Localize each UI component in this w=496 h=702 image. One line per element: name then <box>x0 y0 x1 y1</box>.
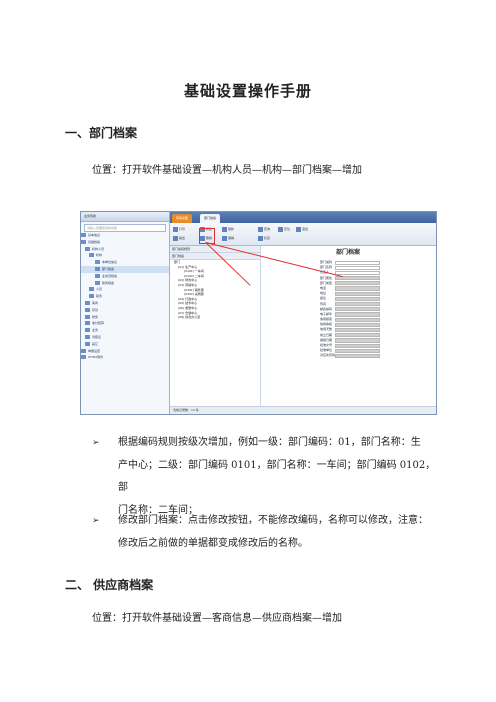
bullet-line: 根据编码规则按级次增加，例如一级：部门编码：01，部门名称：生 <box>118 437 421 448</box>
tree-item[interactable]: 基础档案 <box>81 239 169 246</box>
bullet-arrow-icon: ➢ <box>92 438 100 448</box>
section-location-1: 位置：打开软件基础设置—机构人员—机构—部门档案—增加 <box>92 165 362 176</box>
form-field[interactable] <box>335 353 380 359</box>
form-field[interactable] <box>335 281 380 286</box>
status-bar: 当前记录数：13 条 <box>170 406 436 414</box>
folder-icon <box>89 294 94 299</box>
doc-icon <box>95 273 100 278</box>
tree-item[interactable]: 对照表 <box>81 334 169 341</box>
form-field[interactable] <box>335 338 380 343</box>
dept-tree: 部门 (01) 生产中心 (0101) 一车间 (0102) 二车间 (02) … <box>170 260 260 320</box>
tree-item[interactable]: 部门档案 <box>81 265 169 273</box>
form-field[interactable] <box>335 286 380 291</box>
folder-icon <box>81 233 86 237</box>
form-field[interactable] <box>335 327 380 333</box>
tree-item[interactable]: 职务 <box>81 293 169 300</box>
form-field[interactable] <box>335 317 380 322</box>
form-field[interactable] <box>335 296 380 301</box>
tree-item[interactable]: 本单位信息 <box>81 259 169 266</box>
form-field[interactable] <box>335 307 380 312</box>
tree-item[interactable]: 其它 <box>81 341 169 348</box>
bullet-line: 修改部门档案：点击修改按钮，不能修改编码，名称可以修改，注意： <box>118 515 428 526</box>
columns-button[interactable]: 栏目 <box>258 235 270 242</box>
document-title: 基础设置操作手册 <box>183 82 312 100</box>
folder-icon <box>85 314 90 319</box>
section-heading-1: 一、部门档案 <box>65 126 138 140</box>
undo-button[interactable]: 撤销 <box>222 235 234 242</box>
form-field[interactable] <box>335 348 380 353</box>
query-button[interactable]: 查询 <box>258 226 270 233</box>
form-field[interactable] <box>335 343 380 348</box>
nav-panel: 业务导航 请输入您要搜索的功能 基本信息 基础档案 机构人员 机构 本单位信息 … <box>81 212 170 414</box>
doc-icon <box>95 260 100 265</box>
tree-item[interactable]: 单据设置 <box>81 348 169 355</box>
form-label: 对应条形码 <box>320 353 336 358</box>
nav-title: 业务导航 <box>81 212 169 222</box>
tree-item[interactable]: 业务员档案 <box>81 273 169 280</box>
locate-button[interactable]: 定位 <box>278 226 290 233</box>
folder-icon <box>85 300 90 305</box>
dept-tree-panel: 部门编码规则 部门档案 部门 (01) 生产中心 (0101) 一车间 (010… <box>170 246 261 406</box>
tree-item[interactable]: 机构 <box>81 252 169 259</box>
folder-icon <box>85 321 90 326</box>
print-button[interactable]: 打印 <box>173 226 185 233</box>
folder-icon <box>85 341 90 346</box>
folder-icon <box>85 328 90 333</box>
form-field[interactable] <box>335 322 380 327</box>
tree-item[interactable]: 职务档案 <box>81 280 169 287</box>
refresh-button[interactable]: 刷新 <box>222 226 234 233</box>
tree-item[interactable]: 客商 <box>81 300 169 307</box>
folder-icon <box>85 246 90 251</box>
bullet-line: 产中心；二级：部门编码 0101，部门名称：一车间；部门编码 0102，部 <box>118 459 436 494</box>
bullet-item-2: ➢ 修改部门档案：点击修改按钮，不能修改编码，名称可以修改，注意： 修改后之前做… <box>92 510 437 555</box>
exit-button[interactable]: 退出 <box>296 226 308 233</box>
folder-icon <box>81 355 86 360</box>
folder-icon <box>85 307 90 312</box>
folder-icon <box>89 253 94 258</box>
bullet-arrow-icon: ➢ <box>92 516 100 526</box>
form-field[interactable] <box>335 265 380 270</box>
form-title: 部门档案 <box>335 249 360 256</box>
tree-item[interactable]: 人员 <box>81 286 169 293</box>
section-heading-2: 二、 供应商档案 <box>65 578 154 592</box>
tree-item[interactable]: 机构人员 <box>81 246 169 253</box>
folder-icon <box>81 348 86 353</box>
tab-desktop[interactable]: 简易桌面 <box>172 214 193 223</box>
tree-item[interactable]: 基本信息 <box>81 232 169 239</box>
folder-icon <box>85 334 90 339</box>
form-field[interactable] <box>335 312 380 317</box>
tab-dept-archive[interactable]: 部门档案 <box>200 214 221 223</box>
tree-item[interactable]: 财务 <box>81 314 169 321</box>
form-row: 对应条形码 <box>262 353 434 359</box>
folder-icon <box>81 239 86 244</box>
tab-bar: 简易桌面 部门档案 <box>170 212 436 223</box>
export-button[interactable]: 输出 <box>173 235 185 242</box>
form-field[interactable] <box>335 260 380 265</box>
nav-tree: 基本信息 基础档案 机构人员 机构 本单位信息 部门档案 业务员档案 职务档案 … <box>81 232 169 361</box>
bullet-line: 修改后之前做的单据都变成修改后的名称。 <box>118 537 308 549</box>
tree-item[interactable]: UFIDA软件 <box>81 354 169 361</box>
folder-icon <box>89 287 94 292</box>
form-field[interactable] <box>335 333 380 338</box>
form-field[interactable] <box>335 291 380 296</box>
form-field[interactable] <box>335 270 380 276</box>
bullet-item-1: ➢ 根据编码规则按级次增加，例如一级：部门编码：01，部门名称：生 产中心；二级… <box>92 432 437 522</box>
dept-form-panel: 部门档案 部门编码部门名称负责人部门属性部门类型电话地址备注传真邮政编码电子邮件… <box>262 246 434 406</box>
form-field[interactable] <box>335 302 380 307</box>
dept-node[interactable]: (08) 综合办公室 <box>170 315 260 320</box>
doc-icon <box>95 266 100 271</box>
tree-item[interactable]: 收付结算 <box>81 320 169 327</box>
tree-item[interactable]: 存货 <box>81 307 169 314</box>
doc-icon <box>95 280 100 285</box>
dept-archive-label: 部门档案 <box>170 253 260 260</box>
embedded-screenshot: 业务导航 请输入您要搜索的功能 基本信息 基础档案 机构人员 机构 本单位信息 … <box>80 211 437 415</box>
tree-item[interactable]: 业务 <box>81 327 169 334</box>
nav-search-input[interactable]: 请输入您要搜索的功能 <box>84 224 166 232</box>
section-location-2: 位置：打开软件基础设置—客商信息—供应商档案—增加 <box>92 613 342 624</box>
